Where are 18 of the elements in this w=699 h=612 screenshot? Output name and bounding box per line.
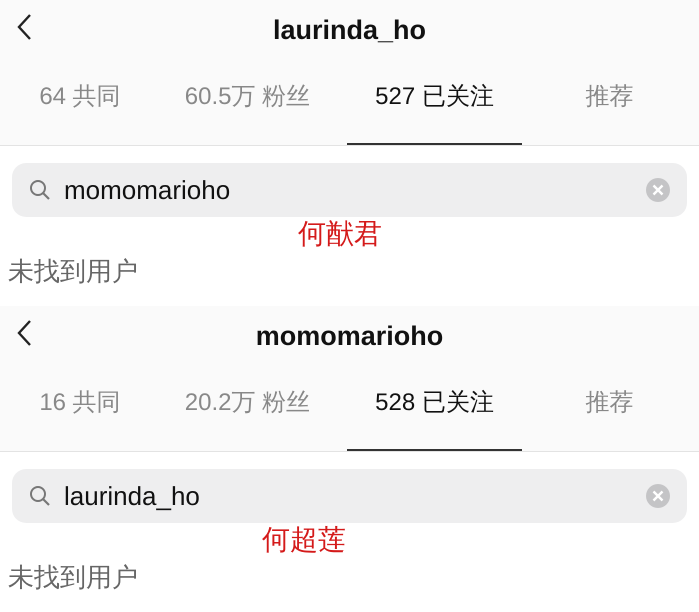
search-icon [28, 178, 52, 202]
profile-title: laurinda_ho [272, 14, 426, 46]
no-results-message: 未找到用户 [8, 561, 139, 594]
tab[interactable]: 60.5万 粉丝 [160, 60, 335, 145]
annotation-label: 何超莲 [262, 525, 346, 555]
profile-title: momomarioho [256, 320, 444, 352]
no-results-message: 未找到用户 [8, 255, 139, 288]
tab[interactable]: 527 已关注 [347, 60, 522, 145]
search-field[interactable]: laurinda_ho [12, 469, 687, 523]
tab[interactable]: 64 共同 [0, 60, 160, 145]
tab[interactable]: 528 已关注 [347, 366, 522, 451]
tab[interactable]: 20.2万 粉丝 [160, 366, 335, 451]
tab[interactable]: 推荐 [522, 60, 697, 145]
search-field[interactable]: momomarioho [12, 163, 687, 217]
annotation-label: 何猷君 [298, 219, 382, 249]
tab[interactable]: 16 共同 [0, 366, 160, 451]
search-icon [28, 484, 52, 508]
tab[interactable]: 推荐 [522, 366, 697, 451]
